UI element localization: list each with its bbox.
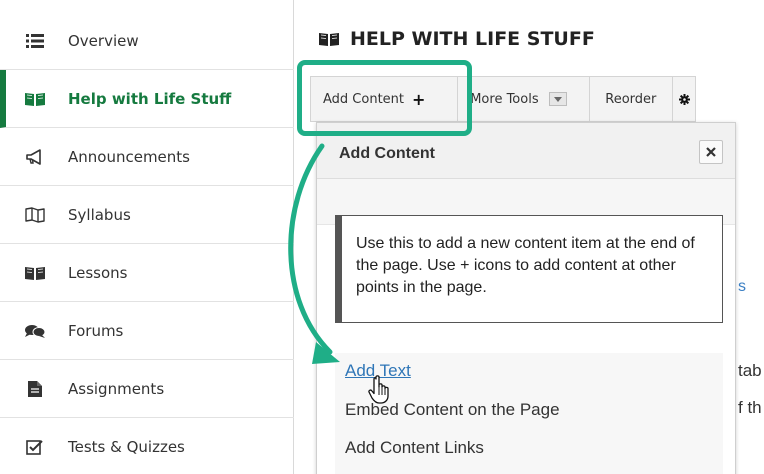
page-title: HELP WITH LIFE STUFF <box>318 26 595 52</box>
sidebar-item-overview[interactable]: Overview <box>0 12 294 70</box>
add-text-link[interactable]: Add Text <box>345 361 411 381</box>
sidebar-item-label: Help with Life Stuff <box>68 89 232 108</box>
reorder-label: Reorder <box>605 91 657 107</box>
lessons-toolbar: Add Content + More Tools Reorder <box>310 76 696 122</box>
chevron-down-icon <box>548 92 567 106</box>
add-content-button[interactable]: Add Content + <box>311 77 459 121</box>
settings-button[interactable] <box>673 77 695 121</box>
book-icon <box>24 264 46 282</box>
map-icon <box>24 206 46 224</box>
gear-icon <box>678 93 690 105</box>
sidebar-item-announcements[interactable]: Announcements <box>0 128 294 186</box>
add-content-dropdown: Add Content Use this to add a new conten… <box>316 122 736 474</box>
more-tools-label: More Tools <box>470 91 539 107</box>
dropdown-header: Add Content <box>317 123 735 179</box>
sidebar-item-label: Assignments <box>68 379 165 398</box>
megaphone-icon <box>24 148 46 166</box>
page-title-text: HELP WITH LIFE STUFF <box>350 28 595 50</box>
sidebar-item-assignments[interactable]: Assignments <box>0 360 294 418</box>
list-icon <box>24 32 46 50</box>
more-tools-button[interactable]: More Tools <box>458 77 590 121</box>
sidebar-item-forums[interactable]: Forums <box>0 302 294 360</box>
course-sidebar: Overview Help with Life Stuff Announceme… <box>0 0 294 474</box>
sidebar-item-tests-quizzes[interactable]: Tests & Quizzes <box>0 418 294 474</box>
sidebar-item-label: Lessons <box>68 263 128 282</box>
background-text-fragment: tab <box>738 361 762 380</box>
sidebar-item-syllabus[interactable]: Syllabus <box>0 186 294 244</box>
close-button[interactable] <box>699 140 723 164</box>
checkbox-icon <box>24 438 46 456</box>
sidebar-item-label: Overview <box>68 31 139 50</box>
sidebar-item-lessons[interactable]: Lessons <box>0 244 294 302</box>
background-text-fragment: f th <box>738 398 762 417</box>
file-icon <box>24 380 46 398</box>
comments-icon <box>24 322 46 340</box>
background-link-fragment: s <box>738 278 746 295</box>
sidebar-item-label: Announcements <box>68 147 190 166</box>
close-icon <box>706 147 716 157</box>
book-icon <box>318 31 340 47</box>
sidebar-item-label: Forums <box>68 321 124 340</box>
add-content-label: Add Content <box>323 91 405 107</box>
info-callout: Use this to add a new content item at th… <box>335 215 723 323</box>
sidebar-item-label: Tests & Quizzes <box>68 437 185 456</box>
sidebar-item-label: Syllabus <box>68 205 131 224</box>
embed-content-link[interactable]: Embed Content on the Page <box>345 400 560 420</box>
plus-icon: + <box>412 89 426 109</box>
sidebar-item-help-with-life-stuff[interactable]: Help with Life Stuff <box>0 70 294 128</box>
content-type-list: Add Text Embed Content on the Page Add C… <box>335 353 723 474</box>
add-content-links-link[interactable]: Add Content Links <box>345 438 484 458</box>
dropdown-title: Add Content <box>339 145 435 162</box>
info-text: Use this to add a new content item at th… <box>356 235 695 296</box>
book-icon <box>24 90 46 108</box>
reorder-button[interactable]: Reorder <box>590 77 674 121</box>
